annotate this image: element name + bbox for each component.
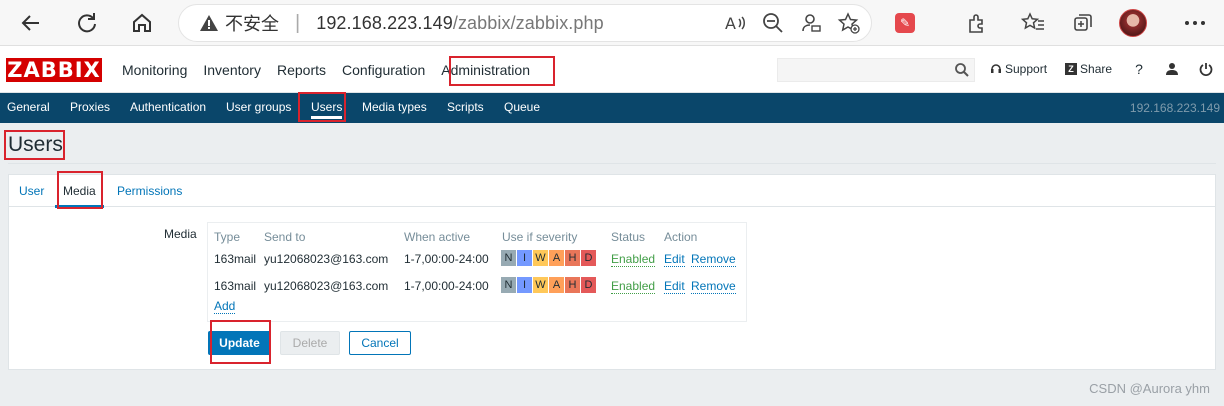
subnav-scripts[interactable]: Scripts [447,100,484,114]
share-label: Share [1080,62,1113,76]
menu-configuration[interactable]: Configuration [334,56,433,84]
severity-h: H [565,250,581,266]
url-text[interactable]: 192.168.223.149/zabbix/zabbix.php [316,13,604,34]
search-input[interactable] [777,58,975,82]
add-favorite-icon[interactable] [837,11,861,40]
headset-icon [991,64,1001,73]
server-name: 192.168.223.149 [1129,101,1220,115]
address-bar[interactable]: 不安全 | 192.168.223.149/zabbix/zabbix.php … [178,4,872,42]
help-icon[interactable]: ? [1132,61,1143,77]
avatar[interactable] [1118,8,1148,38]
col-header-when-active: When active [404,230,471,244]
annotation-box-users [298,92,346,122]
refresh-icon[interactable] [72,8,102,38]
home-icon[interactable] [127,8,157,38]
address-divider: | [295,11,301,34]
severity-a: A [549,250,565,266]
media-table: Type Send to When active Use if severity… [207,222,747,322]
col-header-send-to: Send to [264,230,306,244]
zabbix-top-nav: ZABBIX Monitoring Inventory Reports Conf… [0,46,1224,93]
cell-when-active: 1-7,00:00-24:00 [404,279,489,293]
remove-link[interactable]: Remove [691,252,736,267]
col-header-severity: Use if severity [502,230,578,244]
severity-indicator: N I W A H D [501,250,597,266]
user-form-panel: User Media Permissions Media Type Send t… [8,174,1216,370]
support-label: Support [1005,62,1048,76]
severity-i: I [517,250,533,266]
zabbix-logo[interactable]: ZABBIX [6,58,102,82]
status-toggle[interactable]: Enabled [611,279,656,294]
severity-indicator: N I W A H D [501,277,597,293]
read-aloud-icon[interactable]: A [723,11,747,40]
cell-type: 163mail [214,279,257,293]
browser-toolbar: 不安全 | 192.168.223.149/zabbix/zabbix.php … [0,0,1224,46]
delete-button[interactable]: Delete [280,331,340,355]
cancel-button[interactable]: Cancel [349,331,411,355]
remove-link[interactable]: Remove [691,279,736,294]
severity-n: N [501,277,517,293]
severity-w: W [533,277,549,293]
share-link[interactable]: Z Share [1065,62,1112,76]
menu-inventory[interactable]: Inventory [195,56,269,84]
cell-send-to: yu12068023@163.com [264,252,389,266]
back-arrow-icon[interactable] [16,8,46,38]
sign-out-icon[interactable] [1199,62,1213,76]
title-divider [8,163,1216,164]
severity-d: D [581,250,597,266]
annotation-box-media-tab [57,171,103,209]
tab-user[interactable]: User [19,184,44,198]
watermark: CSDN @Aurora yhm [1089,381,1210,396]
add-media-link[interactable]: Add [214,299,236,314]
menu-monitoring[interactable]: Monitoring [114,56,195,84]
col-header-status: Status [611,230,646,244]
search-icon[interactable] [954,62,970,83]
extensions-icon[interactable] [962,8,992,38]
svg-text:A: A [725,14,736,33]
table-row: 163mail yu12068023@163.com 1-7,00:00-24:… [208,249,746,269]
share-icon: Z [1065,63,1078,75]
severity-h: H [565,277,581,293]
support-link[interactable]: Support [990,62,1047,76]
severity-d: D [581,277,597,293]
annotation-box-title [4,130,65,160]
media-field-label: Media [164,227,197,241]
subnav-proxies[interactable]: Proxies [70,100,110,114]
menu-reports[interactable]: Reports [269,56,334,84]
warning-icon[interactable] [199,14,219,32]
url-host: 192.168.223.149 [316,12,453,33]
admin-sub-nav: General Proxies Authentication User grou… [0,93,1224,123]
user-profile-icon[interactable] [1165,62,1179,76]
subnav-authentication[interactable]: Authentication [130,100,206,114]
subnav-queue[interactable]: Queue [504,100,540,114]
cell-type: 163mail [214,252,257,266]
severity-n: N [501,250,517,266]
cell-when-active: 1-7,00:00-24:00 [404,252,489,266]
severity-w: W [533,250,549,266]
form-tabs: User Media Permissions [9,175,1215,208]
subnav-media-types[interactable]: Media types [362,100,427,114]
cell-send-to: yu12068023@163.com [264,279,389,293]
insecure-label[interactable]: 不安全 [225,10,279,36]
collections-icon[interactable] [1068,8,1098,38]
status-toggle[interactable]: Enabled [611,252,656,267]
col-header-type: Type [214,230,241,244]
severity-a: A [549,277,565,293]
profile-key-icon[interactable] [799,11,823,40]
col-header-action: Action [664,230,698,244]
subnav-user-groups[interactable]: User groups [226,100,291,114]
extension-red-icon[interactable]: ✎ [890,8,920,38]
severity-i: I [517,277,533,293]
table-row: 163mail yu12068023@163.com 1-7,00:00-24:… [208,276,746,296]
favorites-icon[interactable] [1018,8,1048,38]
annotation-box-administration [449,56,555,86]
zoom-out-icon[interactable] [761,11,785,40]
subnav-general[interactable]: General [7,100,50,114]
url-path: /zabbix/zabbix.php [452,12,604,33]
edit-link[interactable]: Edit [664,279,685,294]
tab-permissions[interactable]: Permissions [117,184,182,198]
annotation-box-update [210,320,271,364]
more-menu-icon[interactable] [1180,8,1210,38]
help-label: ? [1135,61,1143,77]
edit-link[interactable]: Edit [664,252,685,267]
